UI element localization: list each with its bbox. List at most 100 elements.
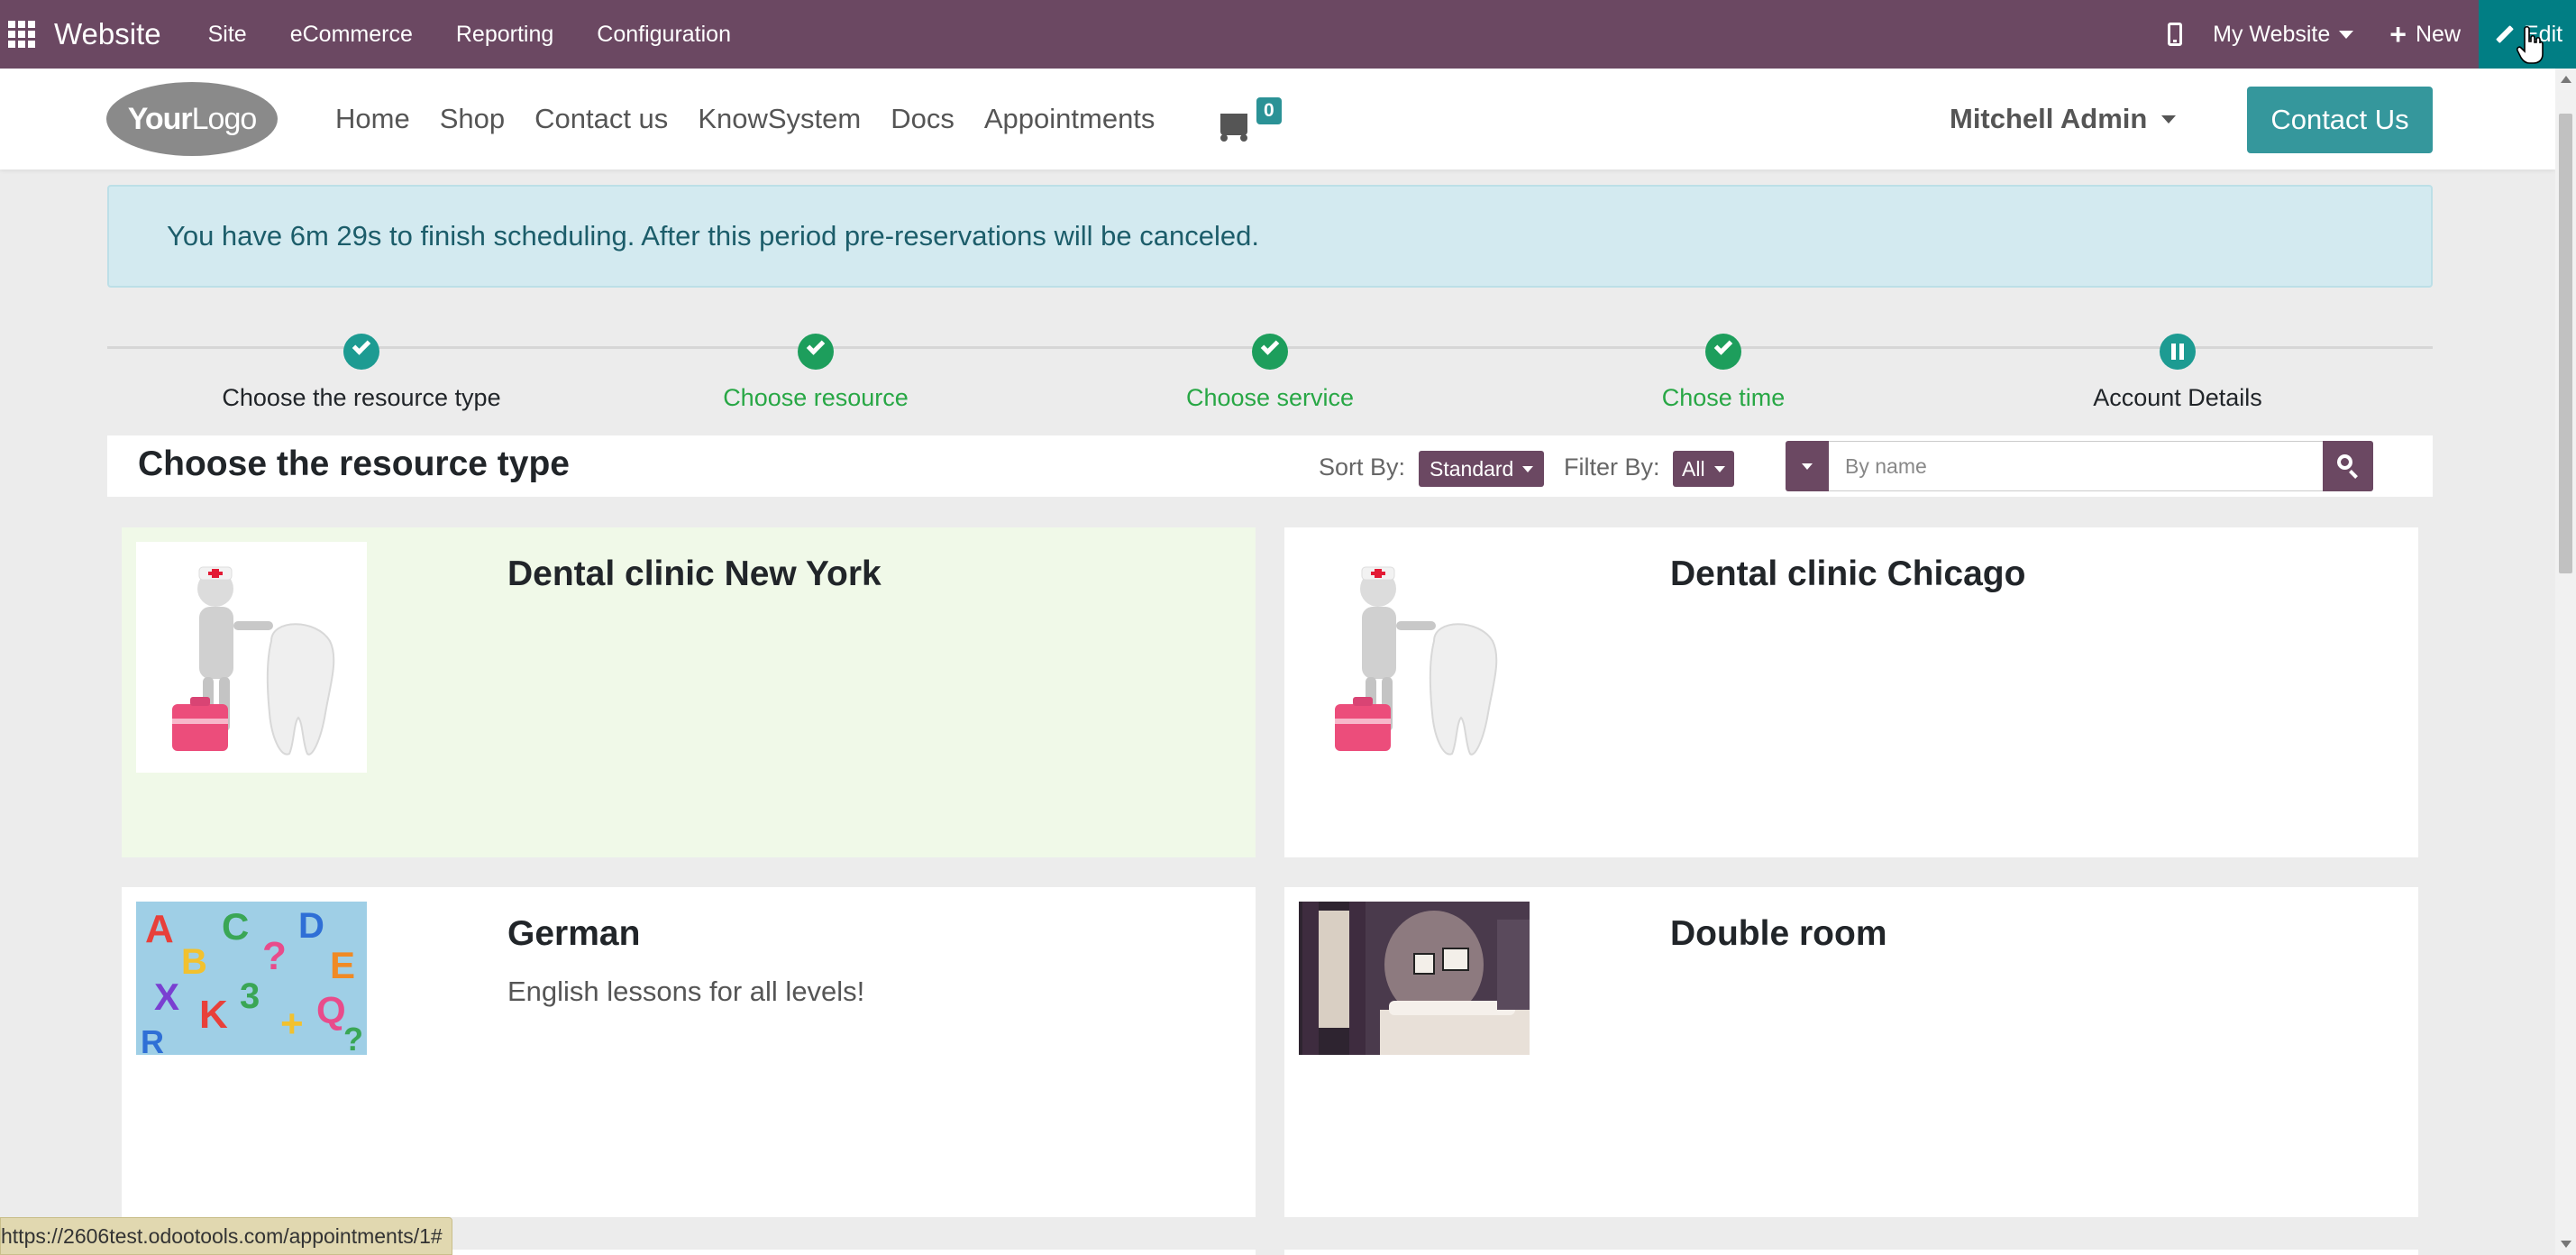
hand-cursor-icon — [2517, 25, 2544, 64]
svg-text:?: ? — [343, 1021, 363, 1055]
step-resource[interactable]: Choose resource — [590, 334, 1041, 412]
scheduling-timer-alert: You have 6m 29s to finish scheduling. Af… — [107, 185, 2433, 288]
admin-menu-ecommerce[interactable]: eCommerce — [290, 22, 413, 48]
site-logo[interactable]: Your Logo — [106, 82, 278, 156]
new-button-label: New — [2415, 21, 2461, 47]
step-check-icon — [343, 334, 379, 370]
sort-label: Sort By: — [1319, 453, 1406, 481]
nav-docs[interactable]: Docs — [891, 103, 955, 135]
admin-menu-configuration[interactable]: Configuration — [597, 22, 731, 48]
svg-text:A: A — [145, 907, 174, 951]
svg-text:C: C — [222, 905, 249, 948]
mobile-preview-icon[interactable] — [2168, 23, 2183, 46]
step-label: Choose the resource type — [222, 384, 501, 411]
card-title: Double room — [1670, 914, 1887, 953]
pause-icon — [2160, 334, 2196, 370]
app-brand[interactable]: Website — [54, 17, 161, 51]
card-title: German — [507, 914, 641, 953]
search-group — [1786, 441, 2373, 491]
logo-text: Logo — [191, 101, 258, 136]
admin-bar-right: My Website + New Edit — [2168, 0, 2576, 69]
nav-shop[interactable]: Shop — [440, 103, 505, 135]
filter-value: All — [1682, 456, 1705, 481]
nav-contact-us[interactable]: Contact us — [534, 103, 668, 135]
site-header: Your Logo Home Shop Contact us KnowSystem… — [0, 69, 2555, 169]
user-menu[interactable]: Mitchell Admin — [1950, 69, 2177, 169]
card-description: English lessons for all levels! — [507, 976, 865, 1007]
svg-text:K: K — [199, 993, 228, 1037]
step-resource-type[interactable]: Choose the resource type — [136, 334, 587, 412]
cart-count-badge: 0 — [1256, 97, 1282, 124]
step-time[interactable]: Chose time — [1498, 334, 1949, 412]
chevron-down-icon — [1522, 465, 1534, 472]
resource-card-dental-chicago[interactable]: Dental clinic Chicago — [1284, 527, 2418, 857]
scroll-down-arrow-icon[interactable] — [2561, 1241, 2571, 1248]
svg-text:R: R — [141, 1023, 164, 1055]
website-selector[interactable]: My Website — [2213, 21, 2354, 48]
section-title: Choose the resource type — [138, 444, 570, 483]
chevron-down-icon — [2339, 30, 2354, 39]
resource-card-german[interactable]: A B C ? D E X K 3 + Q R ? German English… — [122, 887, 1256, 1217]
nav-home[interactable]: Home — [335, 103, 410, 135]
card-title: Dental clinic New York — [507, 554, 882, 593]
admin-bar: Website Site eCommerce Reporting Configu… — [0, 0, 2576, 69]
svg-text:?: ? — [262, 934, 287, 978]
resource-card-partial[interactable] — [1284, 1250, 2418, 1255]
nav-knowsystem[interactable]: KnowSystem — [698, 103, 861, 135]
svg-text:3: 3 — [240, 976, 260, 1016]
hotel-room-icon — [1299, 902, 1530, 1055]
page-scrollbar[interactable] — [2555, 69, 2576, 1255]
step-label: Account Details — [2093, 384, 2262, 411]
contact-us-button[interactable]: Contact Us — [2247, 87, 2433, 153]
admin-menu-reporting[interactable]: Reporting — [456, 22, 553, 48]
colorful-letters-icon: A B C ? D E X K 3 + Q R ? — [136, 902, 367, 1055]
resource-card-dental-ny[interactable]: Dental clinic New York — [122, 527, 1256, 857]
scroll-thumb[interactable] — [2559, 114, 2572, 573]
search-button[interactable] — [2323, 441, 2373, 491]
new-button[interactable]: + New — [2389, 20, 2461, 49]
main-nav: Home Shop Contact us KnowSystem Docs App… — [335, 69, 1184, 169]
svg-text:Q: Q — [316, 989, 346, 1031]
chevron-down-icon — [2161, 115, 2177, 124]
pencil-icon — [2496, 25, 2514, 43]
svg-text:+: + — [280, 1002, 304, 1046]
search-input[interactable] — [1829, 441, 2323, 491]
sort-dropdown[interactable]: Standard — [1419, 451, 1545, 487]
step-check-icon — [1705, 334, 1741, 370]
step-account-details[interactable]: Account Details — [1952, 334, 2403, 412]
admin-menu-site[interactable]: Site — [208, 22, 247, 48]
scroll-up-arrow-icon[interactable] — [2561, 76, 2571, 83]
step-label: Chose time — [1661, 384, 1786, 411]
logo-text-bold: Your — [127, 101, 193, 136]
filter-label: Filter By: — [1564, 453, 1660, 481]
resource-card-double-room[interactable]: Double room — [1284, 887, 2418, 1217]
search-icon — [2337, 454, 2352, 470]
step-service[interactable]: Choose service — [1045, 334, 1495, 412]
dentist-tooth-figure-icon — [1299, 542, 1530, 773]
svg-text:D: D — [298, 906, 324, 946]
resource-type-toolbar: Choose the resource type Sort By: Standa… — [107, 435, 2433, 497]
search-options-dropdown[interactable] — [1786, 441, 1829, 491]
step-label: Choose service — [1185, 384, 1355, 411]
plus-icon: + — [2389, 18, 2407, 50]
link-preview-status: https://2606test.odootools.com/appointme… — [0, 1217, 452, 1255]
chevron-down-icon — [1802, 463, 1813, 470]
card-title: Dental clinic Chicago — [1670, 554, 2026, 593]
sort-value: Standard — [1430, 456, 1514, 481]
svg-text:X: X — [154, 976, 179, 1018]
chevron-down-icon — [1713, 465, 1725, 472]
website-selector-label: My Website — [2213, 21, 2331, 47]
step-check-icon — [798, 334, 834, 370]
step-label: Choose resource — [723, 384, 909, 411]
filter-dropdown[interactable]: All — [1673, 451, 1734, 487]
dentist-tooth-figure-icon — [136, 542, 367, 773]
svg-text:B: B — [181, 942, 207, 982]
cart-link[interactable]: 0 — [1220, 97, 1282, 142]
alert-message: You have 6m 29s to finish scheduling. Af… — [167, 220, 1259, 252]
booking-progress-steps: Choose the resource type Choose resource… — [107, 325, 2433, 424]
step-check-icon — [1252, 334, 1288, 370]
shopping-cart-icon — [1220, 114, 1247, 142]
svg-text:E: E — [330, 944, 355, 986]
nav-appointments[interactable]: Appointments — [984, 103, 1156, 135]
apps-grid-icon[interactable] — [0, 0, 43, 69]
